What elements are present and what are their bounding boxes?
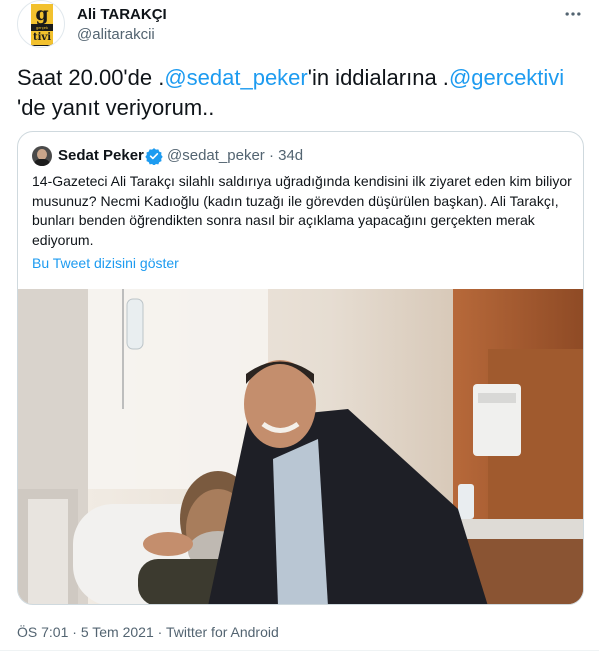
tweet-text-part: 'in iddialarına . [307,65,449,90]
tweet-date[interactable]: 5 Tem 2021 [81,624,154,640]
gercektivi-logo: g gerçek tivi [31,4,53,46]
more-horizontal-icon[interactable] [561,2,585,24]
mention-link-sedat-peker[interactable]: @sedat_peker [164,65,307,90]
author-handle[interactable]: @alitarakcii [77,26,155,43]
separator: · [68,624,81,640]
tweet-meta: ÖS 7:01 · 5 Tem 2021 · Twitter for Andro… [17,624,279,640]
quoted-tweet[interactable]: Sedat Peker @sedat_peker · 34d 14-Gazete… [17,131,584,605]
verified-badge-icon [145,147,163,166]
tweet-text-part: 'de yanıt veriyorum.. [17,95,215,120]
quoted-author-avatar[interactable] [32,146,52,166]
show-thread-link[interactable]: Bu Tweet dizisini göster [32,255,179,271]
tweet-text: Saat 20.00'de .@sedat_peker'in iddiaları… [17,63,587,123]
tweet[interactable]: g gerçek tivi Ali TARAKÇI @alitarakcii S… [0,0,599,651]
hospital-visit-photo [18,289,583,604]
mention-link-gercektivi[interactable]: @gercektivi [449,65,564,90]
logo-mid-text: gerçek [35,25,48,30]
logo-bottom-text: tivi [31,31,53,45]
author-name[interactable]: Ali TARAKÇI [77,6,167,23]
tweet-text-part: Saat 20.00'de . [17,65,165,90]
tweet-source[interactable]: Twitter for Android [166,624,279,640]
tweet-timestamp[interactable]: ÖS 7:01 [17,624,68,640]
author-avatar[interactable]: g gerçek tivi [17,0,65,48]
avatar-body [34,159,50,166]
quoted-author-handle[interactable]: @sedat_peker · 34d [167,147,303,164]
quoted-author-name[interactable]: Sedat Peker [58,147,144,164]
separator: · [153,624,166,640]
tweet-photo[interactable] [18,289,583,604]
quoted-tweet-text: 14-Gazeteci Ali Tarakçı silahlı saldırıy… [32,173,572,248]
logo-letter: g [31,4,53,24]
